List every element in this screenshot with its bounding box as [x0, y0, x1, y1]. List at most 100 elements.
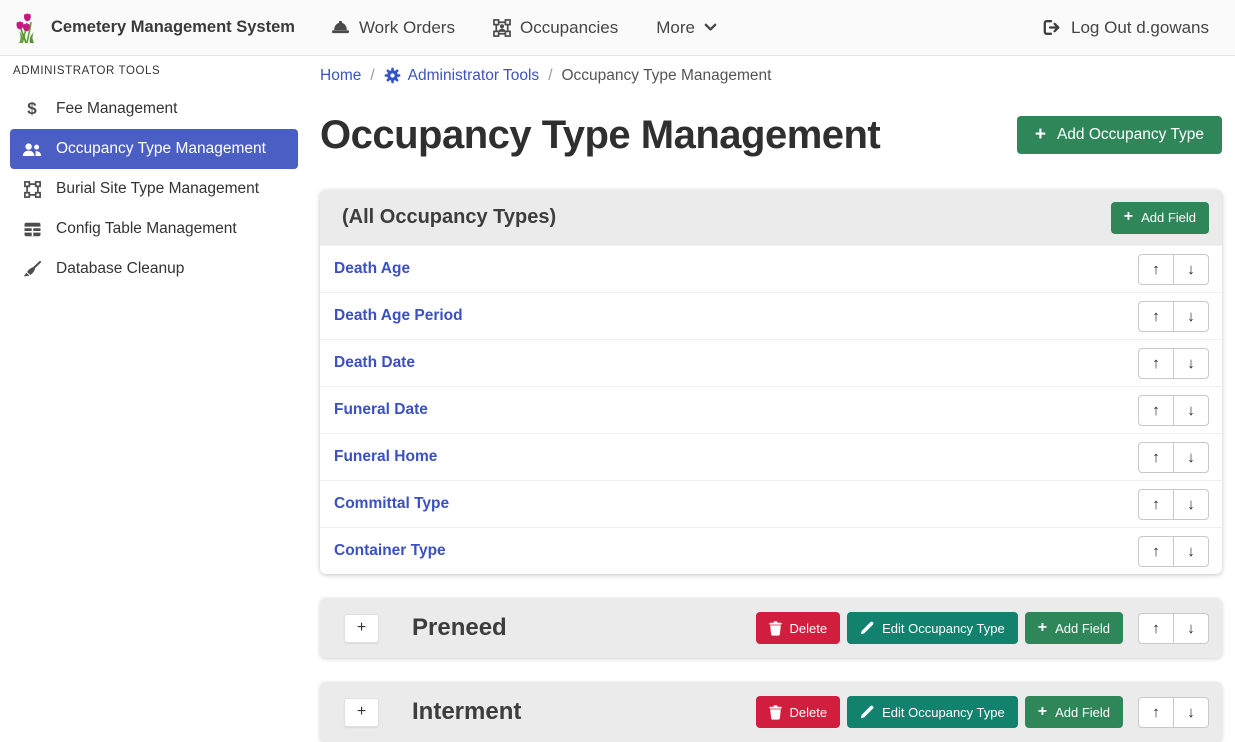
move-up-button[interactable]: ↑	[1138, 489, 1174, 520]
field-link-funeral-home[interactable]: Funeral Home	[334, 448, 437, 466]
arrow-up-icon: ↑	[1152, 308, 1160, 325]
chevron-down-icon	[704, 23, 717, 32]
nav-item-work-orders[interactable]: Work Orders	[331, 18, 455, 38]
arrow-up-icon: ↑	[1152, 355, 1160, 372]
section-title: Preneed	[412, 614, 507, 642]
sidebar: ADMINISTRATOR TOOLS $ Fee Management Occ…	[0, 56, 310, 738]
users-icon	[20, 142, 44, 157]
reorder-buttons: ↑ ↓	[1138, 697, 1209, 728]
field-row: Death Age Period ↑ ↓	[320, 292, 1222, 339]
plus-icon: +	[1035, 126, 1046, 143]
move-down-button[interactable]: ↓	[1173, 442, 1209, 473]
field-link-death-age[interactable]: Death Age	[334, 260, 410, 278]
move-down-button[interactable]: ↓	[1173, 536, 1209, 567]
table-icon	[20, 222, 44, 237]
sidebar-item-label: Fee Management	[56, 100, 178, 118]
add-field-button[interactable]: + Add Field	[1111, 202, 1209, 234]
reorder-buttons: ↑ ↓	[1138, 613, 1209, 644]
arrow-down-icon: ↓	[1187, 402, 1195, 419]
move-down-button[interactable]: ↓	[1173, 348, 1209, 379]
move-down-button[interactable]: ↓	[1173, 489, 1209, 520]
move-up-button[interactable]: ↑	[1138, 442, 1174, 473]
breadcrumb-current: Occupancy Type Management	[562, 67, 772, 85]
move-up-button[interactable]: ↑	[1138, 395, 1174, 426]
arrow-up-icon: ↑	[1152, 402, 1160, 419]
arrow-up-icon: ↑	[1152, 620, 1160, 637]
sidebar-item-fee-management[interactable]: $ Fee Management	[10, 89, 298, 129]
app-brand[interactable]: Cemetery Management System	[14, 12, 295, 44]
expand-button[interactable]: +	[344, 614, 379, 643]
sidebar-item-occupancy-type-management[interactable]: Occupancy Type Management	[10, 129, 298, 169]
move-up-button[interactable]: ↑	[1138, 254, 1174, 285]
reorder-buttons: ↑ ↓	[1138, 442, 1209, 473]
move-down-button[interactable]: ↓	[1173, 395, 1209, 426]
field-row: Death Age ↑ ↓	[320, 245, 1222, 292]
logout-button[interactable]: Log Out d.gowans	[1042, 18, 1209, 38]
vector-square-icon	[20, 181, 44, 198]
move-up-button[interactable]: ↑	[1138, 613, 1174, 644]
arrow-down-icon: ↓	[1187, 449, 1195, 466]
edit-occupancy-type-button[interactable]: Edit Occupancy Type	[847, 696, 1018, 728]
arrow-up-icon: ↑	[1152, 449, 1160, 466]
move-down-button[interactable]: ↓	[1173, 301, 1209, 332]
reorder-buttons: ↑ ↓	[1138, 489, 1209, 520]
breadcrumb-admin-tools-link[interactable]: Administrator Tools	[384, 67, 540, 85]
card-title: (All Occupancy Types)	[342, 206, 556, 229]
section-actions: Delete Edit Occupancy Type + Add Field ↑…	[756, 612, 1209, 644]
pencil-icon	[860, 621, 874, 635]
main-content: Home / Administrator Tools / Occupancy T…	[310, 56, 1235, 742]
sidebar-item-burial-site-type-management[interactable]: Burial Site Type Management	[10, 169, 298, 209]
move-down-button[interactable]: ↓	[1173, 697, 1209, 728]
sidebar-item-label: Occupancy Type Management	[56, 140, 266, 158]
nav-item-label: Occupancies	[520, 18, 618, 38]
expand-button[interactable]: +	[344, 698, 379, 727]
nav-item-occupancies[interactable]: Occupancies	[493, 18, 618, 38]
move-down-button[interactable]: ↓	[1173, 254, 1209, 285]
nav-item-label: Work Orders	[359, 18, 455, 38]
breadcrumb-home-link[interactable]: Home	[320, 67, 361, 85]
trash-icon	[769, 621, 782, 636]
reorder-buttons: ↑ ↓	[1138, 536, 1209, 567]
add-field-button[interactable]: + Add Field	[1025, 612, 1123, 644]
arrow-down-icon: ↓	[1187, 496, 1195, 513]
plus-icon: +	[357, 619, 366, 637]
all-occupancy-types-card: (All Occupancy Types) + Add Field Death …	[320, 190, 1222, 574]
arrow-down-icon: ↓	[1187, 308, 1195, 325]
field-link-funeral-date[interactable]: Funeral Date	[334, 401, 428, 419]
field-link-death-age-period[interactable]: Death Age Period	[334, 307, 463, 325]
breadcrumb-separator: /	[370, 67, 374, 85]
arrow-down-icon: ↓	[1187, 355, 1195, 372]
add-occupancy-type-button[interactable]: + Add Occupancy Type	[1017, 116, 1222, 154]
add-field-button[interactable]: + Add Field	[1025, 696, 1123, 728]
field-row: Container Type ↑ ↓	[320, 527, 1222, 574]
move-up-button[interactable]: ↑	[1138, 348, 1174, 379]
plus-icon: +	[1038, 705, 1047, 719]
sidebar-item-label: Database Cleanup	[56, 260, 184, 278]
page-title: Occupancy Type Management	[320, 113, 880, 158]
sidebar-item-database-cleanup[interactable]: Database Cleanup	[10, 249, 298, 289]
gear-icon	[384, 67, 401, 84]
edit-occupancy-type-button[interactable]: Edit Occupancy Type	[847, 612, 1018, 644]
move-up-button[interactable]: ↑	[1138, 301, 1174, 332]
field-link-container-type[interactable]: Container Type	[334, 542, 446, 560]
move-down-button[interactable]: ↓	[1173, 613, 1209, 644]
delete-button[interactable]: Delete	[756, 696, 841, 728]
field-row: Committal Type ↑ ↓	[320, 480, 1222, 527]
field-link-death-date[interactable]: Death Date	[334, 354, 415, 372]
reorder-buttons: ↑ ↓	[1138, 348, 1209, 379]
move-up-button[interactable]: ↑	[1138, 697, 1174, 728]
nav-item-more[interactable]: More	[656, 18, 717, 38]
sidebar-item-label: Config Table Management	[56, 220, 237, 238]
plus-icon: +	[357, 703, 366, 721]
reorder-buttons: ↑ ↓	[1138, 395, 1209, 426]
field-link-committal-type[interactable]: Committal Type	[334, 495, 449, 513]
delete-button[interactable]: Delete	[756, 612, 841, 644]
arrow-down-icon: ↓	[1187, 543, 1195, 560]
broom-icon	[20, 261, 44, 277]
app-title: Cemetery Management System	[51, 18, 295, 37]
arrow-down-icon: ↓	[1187, 261, 1195, 278]
logout-label: Log Out d.gowans	[1071, 18, 1209, 38]
occupancy-frame-icon	[493, 19, 511, 37]
move-up-button[interactable]: ↑	[1138, 536, 1174, 567]
sidebar-item-config-table-management[interactable]: Config Table Management	[10, 209, 298, 249]
